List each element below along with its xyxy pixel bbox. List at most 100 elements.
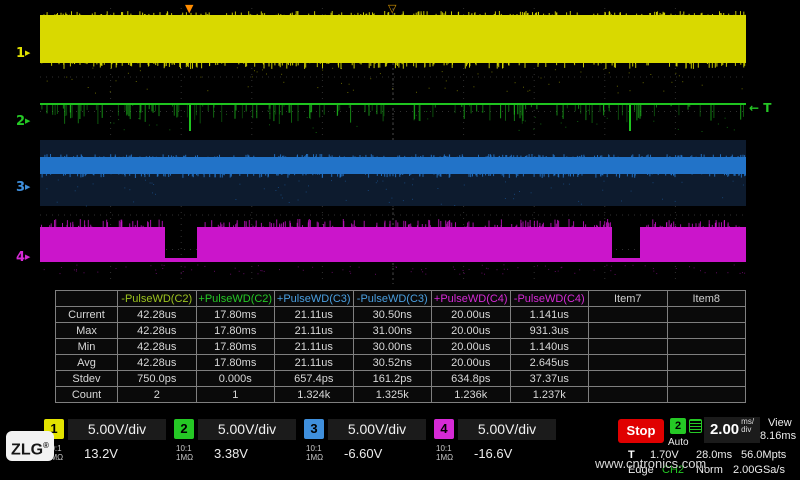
measurement-column-header: -PulseWD(C2) (118, 291, 197, 307)
trigger-coupling-icon (689, 419, 702, 433)
logo-text: ZLG (11, 441, 43, 458)
channel-3-marker-label: 3 (16, 180, 25, 195)
trace-arrow-icon: ▶ (25, 49, 30, 57)
measurement-value (667, 323, 746, 339)
channel-2-offset: 3.38V (214, 446, 248, 461)
measurement-value: 42.28us (118, 323, 197, 339)
measurement-value: 37.37us (510, 371, 589, 387)
trace-arrow-icon: ▶ (25, 183, 30, 191)
channel-2-scale[interactable]: 5.00V/div (198, 419, 296, 440)
waveform-canvas (40, 8, 746, 284)
measurement-value: 17.80ms (196, 339, 275, 355)
channel-2-badge[interactable]: 2 (174, 419, 194, 439)
channel-4-impedance: 1MΩ (436, 453, 453, 462)
channel-4-scale[interactable]: 5.00V/div (458, 419, 556, 440)
channel-4-offset: -16.6V (474, 446, 512, 461)
channel-3-position-marker[interactable]: 3▶ (16, 180, 30, 195)
measurement-value: 31.00ns (353, 323, 432, 339)
measurement-value: 1.236k (432, 387, 511, 403)
measurement-value (589, 371, 668, 387)
triangle-down-filled-icon: ▼ (185, 2, 193, 15)
measurement-value: 1.237k (510, 387, 589, 403)
measurement-value: 1.140us (510, 339, 589, 355)
measurement-header-row: -PulseWD(C2)+PulseWD(C2)+PulseWD(C3)-Pul… (56, 291, 746, 307)
channel-2-position-marker[interactable]: 2▶ (16, 114, 30, 129)
run-stop-button[interactable]: Stop (618, 419, 664, 443)
trigger-position-marker[interactable]: ▼ (185, 4, 193, 14)
measurement-row-label: Min (56, 339, 118, 355)
measurement-value: 634.8ps (432, 371, 511, 387)
channel-3-badge[interactable]: 3 (304, 419, 324, 439)
channel-4-badge[interactable]: 4 (434, 419, 454, 439)
measurement-value (589, 339, 668, 355)
channel-3-offset: -6.60V (344, 446, 382, 461)
measurement-value: 1.325k (353, 387, 432, 403)
watermark-text: www.cntronics.com (595, 456, 706, 471)
channel-3-probe-ratio: 10:1 (306, 444, 322, 453)
measurement-value: 21.11us (275, 323, 354, 339)
measurement-value: 2 (118, 387, 197, 403)
record-center-marker: ▽ (388, 4, 396, 14)
measurement-row-label: Count (56, 387, 118, 403)
measurement-value (667, 307, 746, 323)
channel-1-scale[interactable]: 5.00V/div (68, 419, 166, 440)
trigger-sweep-mode-label[interactable]: Auto (668, 437, 689, 448)
channel-1-marker-label: 1 (16, 46, 25, 61)
channel-4-probe-ratio: 10:1 (436, 444, 452, 453)
measurement-value (589, 387, 668, 403)
measurement-row-label: Avg (56, 355, 118, 371)
oscilloscope-screen: ▼ ▽ 1▶ 2▶ 3▶ 4▶ ← T -PulseWD(C2)+PulseWD… (0, 0, 800, 480)
measurement-column-header: -PulseWD(C3) (353, 291, 432, 307)
measurement-row: Min42.28us17.80ms21.11us30.00ns20.00us1.… (56, 339, 746, 355)
measurement-value: 2.645us (510, 355, 589, 371)
channel-2-block[interactable]: 2 5.00V/div 10:1 1MΩ 3.38V (174, 419, 302, 477)
timebase-control[interactable]: 2.00ms/ div (704, 417, 760, 443)
measurement-column-header: +PulseWD(C2) (196, 291, 275, 307)
channel-2-marker-label: 2 (16, 114, 25, 129)
measurement-value (589, 323, 668, 339)
measurement-column-header: +PulseWD(C4) (432, 291, 511, 307)
measurement-value: 42.28us (118, 307, 197, 323)
measurement-value: 20.00us (432, 355, 511, 371)
measurement-row: Count211.324k1.325k1.236k1.237k (56, 387, 746, 403)
sample-rate-value: 2.00GSa/s (733, 464, 785, 476)
measurement-value: 30.50ns (353, 307, 432, 323)
measurement-value: 20.00us (432, 307, 511, 323)
measurement-column-header: -PulseWD(C4) (510, 291, 589, 307)
measurement-value: 750.0ps (118, 371, 197, 387)
measurement-value (667, 339, 746, 355)
measurement-row: Max42.28us17.80ms21.11us31.00ns20.00us93… (56, 323, 746, 339)
measurement-value: 21.11us (275, 355, 354, 371)
measurement-table-body: Current42.28us17.80ms21.11us30.50ns20.00… (56, 307, 746, 403)
channel-3-scale[interactable]: 5.00V/div (328, 419, 426, 440)
channel-1-block[interactable]: 1 5.00V/div 10:1 1MΩ 13.2V (44, 419, 172, 477)
channel-1-offset: 13.2V (84, 446, 118, 461)
measurement-value: 30.52ns (353, 355, 432, 371)
measurement-table[interactable]: -PulseWD(C2)+PulseWD(C2)+PulseWD(C3)-Pul… (55, 290, 746, 403)
measurement-value: 21.11us (275, 339, 354, 355)
measurement-value: 1.324k (275, 387, 354, 403)
measurement-value (589, 355, 668, 371)
trigger-level-marker[interactable]: ← T (749, 101, 771, 115)
channel-1-position-marker[interactable]: 1▶ (16, 46, 30, 61)
measurement-value: 42.28us (118, 355, 197, 371)
measurement-value: 42.28us (118, 339, 197, 355)
measurement-row-label: Max (56, 323, 118, 339)
channel-4-block[interactable]: 4 5.00V/div 10:1 1MΩ -16.6V (434, 419, 562, 477)
measurement-value: 17.80ms (196, 323, 275, 339)
measurement-value: 1 (196, 387, 275, 403)
measurement-row: Stdev750.0ps0.000s657.4ps161.2ps634.8ps3… (56, 371, 746, 387)
measurement-value (589, 307, 668, 323)
trigger-source-badge[interactable]: 2 (670, 418, 686, 434)
view-label: View (768, 417, 792, 429)
waveform-display[interactable] (40, 8, 746, 284)
trace-arrow-icon: ▶ (25, 253, 30, 261)
zlg-logo: ZLG® (6, 431, 54, 461)
memory-depth-value: 56.0Mpts (741, 449, 786, 461)
channel-3-block[interactable]: 3 5.00V/div 10:1 1MΩ -6.60V (304, 419, 432, 477)
measurement-value: 657.4ps (275, 371, 354, 387)
channel-4-position-marker[interactable]: 4▶ (16, 250, 30, 265)
measurement-row-label: Stdev (56, 371, 118, 387)
measurement-value (667, 355, 746, 371)
timebase-unit: ms/ div (741, 418, 754, 434)
